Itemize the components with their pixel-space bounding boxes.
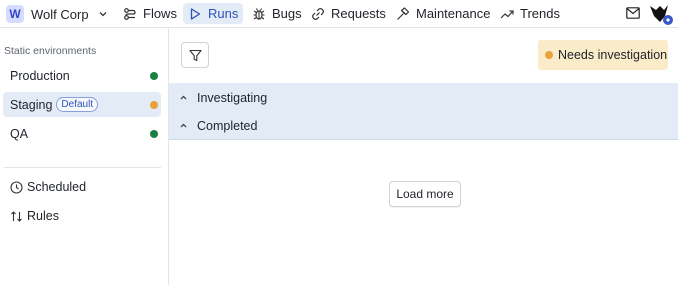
nav-runs[interactable]: Runs	[183, 3, 244, 24]
trend-icon	[500, 9, 514, 18]
status-filter-needs-investigation[interactable]: Needs investigation	[538, 40, 668, 70]
clock-icon	[10, 180, 23, 194]
org-switcher[interactable]: W Wolf Corp	[6, 4, 108, 24]
mail-icon[interactable]	[626, 7, 640, 19]
group-investigating[interactable]: Investigating	[169, 84, 678, 111]
status-label: Needs investigation	[558, 48, 668, 62]
status-dot	[545, 51, 553, 59]
nav-maintenance-label: Maintenance	[416, 6, 491, 21]
status-dot	[150, 129, 158, 138]
sidebar-item-scheduled[interactable]: Scheduled	[10, 178, 86, 196]
nav-maintenance[interactable]: Maintenance	[391, 3, 495, 24]
group-completed[interactable]: Completed	[169, 112, 678, 139]
flows-icon	[124, 7, 136, 20]
load-more-button[interactable]: Load more	[389, 181, 461, 207]
environment-label: Production	[10, 68, 70, 83]
filter-icon	[188, 49, 202, 61]
default-badge: Default	[56, 97, 99, 112]
hammer-icon	[397, 6, 410, 20]
bug-icon	[253, 7, 265, 20]
run-groups: Investigating Completed	[169, 83, 678, 140]
sidebar-item-production[interactable]: Production	[3, 63, 161, 88]
top-navigation: W Wolf Corp Flows Runs Bugs Requests Mai…	[0, 0, 678, 28]
nav-trends[interactable]: Trends	[495, 3, 565, 24]
sidebar: Static environments Production Staging D…	[0, 28, 169, 285]
nav-flows[interactable]: Flows	[118, 3, 182, 24]
nav-flows-label: Flows	[143, 6, 177, 21]
org-name: Wolf Corp	[31, 6, 89, 22]
play-icon	[190, 7, 201, 20]
chevron-down-icon	[99, 12, 107, 17]
sidebar-item-staging[interactable]: Staging Default	[3, 92, 161, 117]
sidebar-item-label: Rules	[27, 209, 59, 223]
environment-label: Staging	[10, 97, 53, 112]
nav-trends-label: Trends	[520, 6, 560, 21]
status-dot	[150, 71, 158, 80]
link-icon	[312, 7, 324, 20]
environment-label: QA	[10, 126, 29, 141]
nav-bugs[interactable]: Bugs	[247, 3, 307, 24]
org-logo: W	[6, 5, 24, 23]
filter-button[interactable]	[181, 42, 209, 68]
status-dot	[150, 100, 158, 109]
sidebar-item-qa[interactable]: QA	[3, 121, 161, 146]
sidebar-heading: Static environments	[4, 45, 97, 57]
nav-requests-label: Requests	[331, 6, 386, 21]
avatar[interactable]	[646, 2, 674, 26]
group-label: Completed	[197, 118, 258, 133]
sidebar-item-label: Scheduled	[27, 180, 87, 194]
chevron-up-icon	[180, 95, 187, 100]
chevron-up-icon	[180, 123, 187, 128]
nav-bugs-label: Bugs	[272, 6, 302, 21]
group-label: Investigating	[197, 90, 268, 105]
sort-arrows-icon	[11, 210, 22, 222]
nav-requests[interactable]: Requests	[306, 3, 391, 24]
sidebar-item-rules[interactable]: Rules	[10, 207, 59, 225]
nav-runs-label: Runs	[208, 6, 239, 21]
sidebar-divider	[4, 167, 161, 168]
